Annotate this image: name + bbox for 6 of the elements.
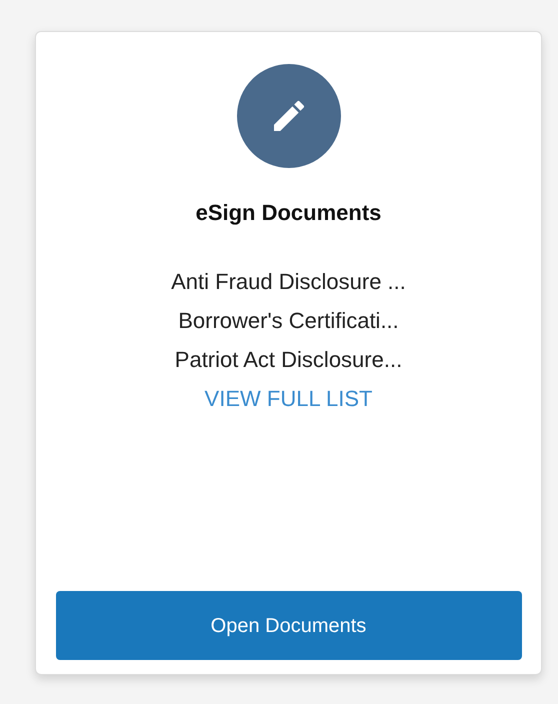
- document-name: Anti Fraud Disclosure ...: [171, 268, 406, 296]
- document-name: Borrower's Certificati...: [178, 307, 399, 335]
- open-documents-button[interactable]: Open Documents: [56, 591, 522, 660]
- view-full-list-link[interactable]: VIEW FULL LIST: [204, 379, 372, 418]
- card-title: eSign Documents: [196, 202, 382, 224]
- document-name: Patriot Act Disclosure...: [174, 346, 402, 374]
